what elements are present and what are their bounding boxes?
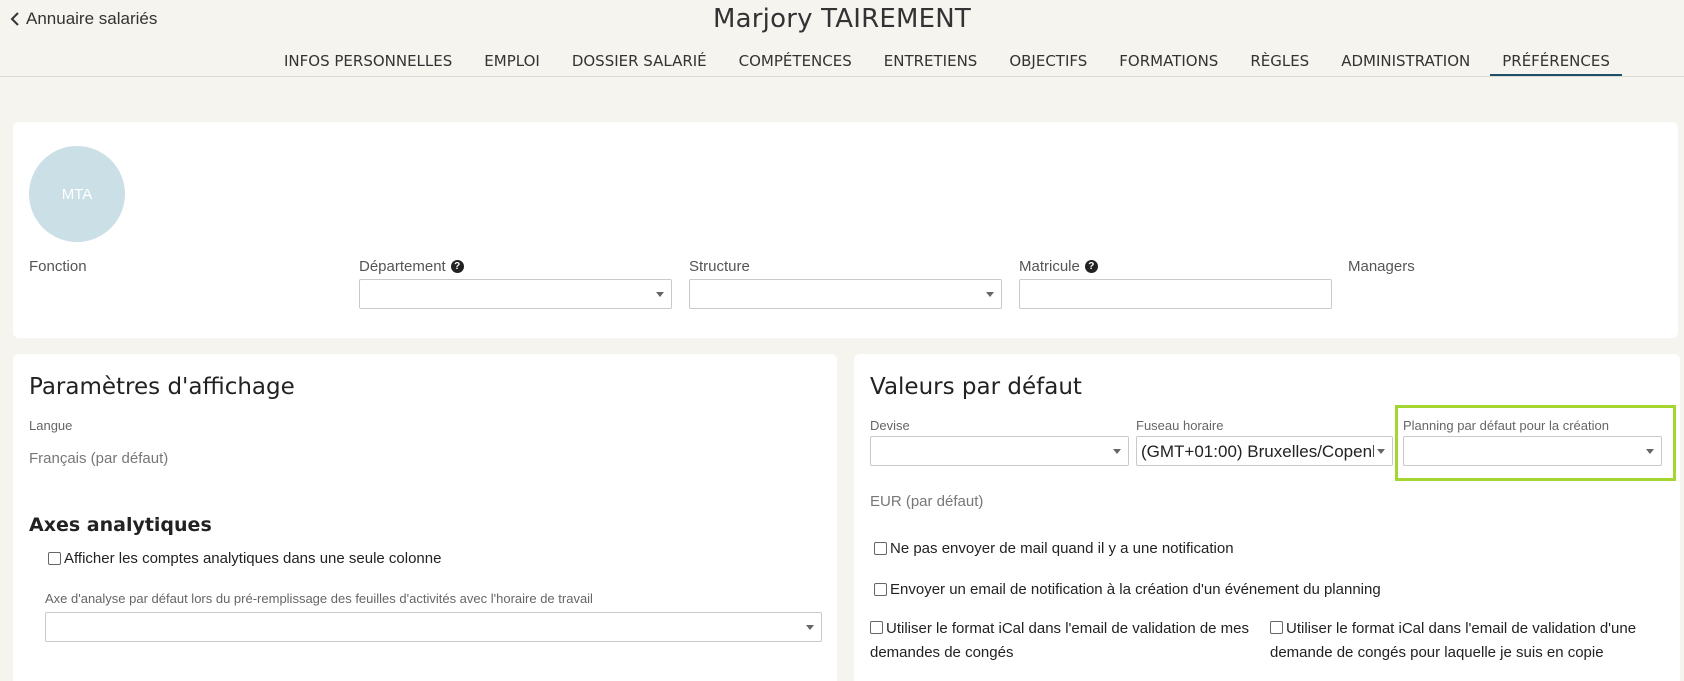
langue-label: Langue (29, 418, 73, 433)
tab-objectifs[interactable]: OBJECTIFS (997, 52, 1099, 76)
tab-administration[interactable]: ADMINISTRATION (1329, 52, 1482, 76)
single-column-checkbox[interactable] (48, 552, 61, 565)
default-axis-label: Axe d'analyse par défaut lors du pré-rem… (45, 591, 593, 606)
fonction-label: Fonction (29, 258, 87, 275)
devise-select[interactable] (870, 436, 1129, 466)
single-column-option[interactable]: Afficher les comptes analytiques dans un… (48, 550, 441, 567)
default-values-title: Valeurs par défaut (870, 374, 1082, 400)
tab-bar: INFOS PERSONNELLES EMPLOI DOSSIER SALARI… (272, 52, 1630, 76)
fuseau-horaire-value: (GMT+01:00) Bruxelles/Copenhague/Madrid/… (1141, 442, 1374, 461)
display-settings-title: Paramètres d'affichage (29, 374, 295, 400)
departement-select[interactable] (359, 279, 672, 309)
notif-email-label: Envoyer un email de notification à la cr… (890, 581, 1381, 598)
help-icon[interactable]: ? (1084, 260, 1098, 273)
default-axis-select[interactable] (45, 612, 822, 642)
tab-dossier-salarie[interactable]: DOSSIER SALARIÉ (560, 52, 719, 76)
chevron-down-icon (1113, 449, 1121, 454)
ical-copy-checkbox[interactable] (1270, 621, 1283, 634)
tab-entretiens[interactable]: ENTRETIENS (872, 52, 990, 76)
chevron-down-icon (656, 292, 664, 297)
no-mail-label: Ne pas envoyer de mail quand il y a une … (890, 540, 1234, 557)
structure-label: Structure (689, 258, 750, 275)
devise-label: Devise (870, 418, 910, 433)
tab-emploi[interactable]: EMPLOI (472, 52, 552, 76)
fuseau-horaire-label: Fuseau horaire (1136, 418, 1224, 433)
top-bar: Annuaire salariés Marjory TAIREMENT INFO… (0, 0, 1684, 77)
structure-label-text: Structure (689, 258, 750, 275)
no-mail-option[interactable]: Ne pas envoyer de mail quand il y a une … (874, 540, 1234, 557)
help-icon[interactable]: ? (450, 260, 464, 273)
tab-infos-personnelles[interactable]: INFOS PERSONNELLES (272, 52, 464, 76)
tab-preferences[interactable]: PRÉFÉRENCES (1490, 52, 1622, 76)
tab-formations[interactable]: FORMATIONS (1107, 52, 1230, 76)
ical-own-checkbox[interactable] (870, 621, 883, 634)
ical-copy-option[interactable]: Utiliser le format iCal dans l'email de … (1270, 617, 1656, 665)
matricule-label: Matricule ? (1019, 258, 1098, 275)
chevron-down-icon (986, 292, 994, 297)
no-mail-checkbox[interactable] (874, 542, 887, 555)
chevron-down-icon (1377, 449, 1385, 454)
tab-regles[interactable]: RÈGLES (1238, 52, 1321, 76)
structure-select[interactable] (689, 279, 1002, 309)
ical-own-label: Utiliser le format iCal dans l'email de … (870, 620, 1250, 661)
notif-email-option[interactable]: Envoyer un email de notification à la cr… (874, 581, 1381, 598)
managers-label-text: Managers (1348, 258, 1415, 275)
page-title: Marjory TAIREMENT (713, 4, 971, 34)
fonction-label-text: Fonction (29, 258, 87, 275)
ical-copy-label: Utiliser le format iCal dans l'email de … (1270, 620, 1637, 661)
devise-default-text: EUR (par défaut) (870, 493, 984, 510)
axes-analytiques-title: Axes analytiques (29, 514, 212, 536)
default-values-card: Valeurs par défaut Devise EUR (par défau… (854, 354, 1680, 681)
focus-highlight (1395, 405, 1676, 481)
departement-label: Département ? (359, 258, 464, 275)
matricule-label-text: Matricule (1019, 258, 1080, 275)
ical-own-option[interactable]: Utiliser le format iCal dans l'email de … (870, 617, 1254, 665)
departement-label-text: Département (359, 258, 446, 275)
langue-value: Français (par défaut) (29, 450, 169, 467)
profile-card: MTA Fonction Département ? Structure Mat… (13, 122, 1678, 338)
avatar: MTA (29, 146, 125, 242)
display-settings-card: Paramètres d'affichage Langue Français (… (13, 354, 837, 681)
notif-email-checkbox[interactable] (874, 583, 887, 596)
chevron-down-icon (806, 625, 814, 630)
single-column-label: Afficher les comptes analytiques dans un… (64, 550, 442, 567)
matricule-input[interactable] (1019, 279, 1332, 309)
tab-competences[interactable]: COMPÉTENCES (727, 52, 864, 76)
managers-label: Managers (1348, 258, 1415, 275)
fuseau-horaire-select[interactable]: (GMT+01:00) Bruxelles/Copenhague/Madrid/… (1136, 436, 1393, 466)
